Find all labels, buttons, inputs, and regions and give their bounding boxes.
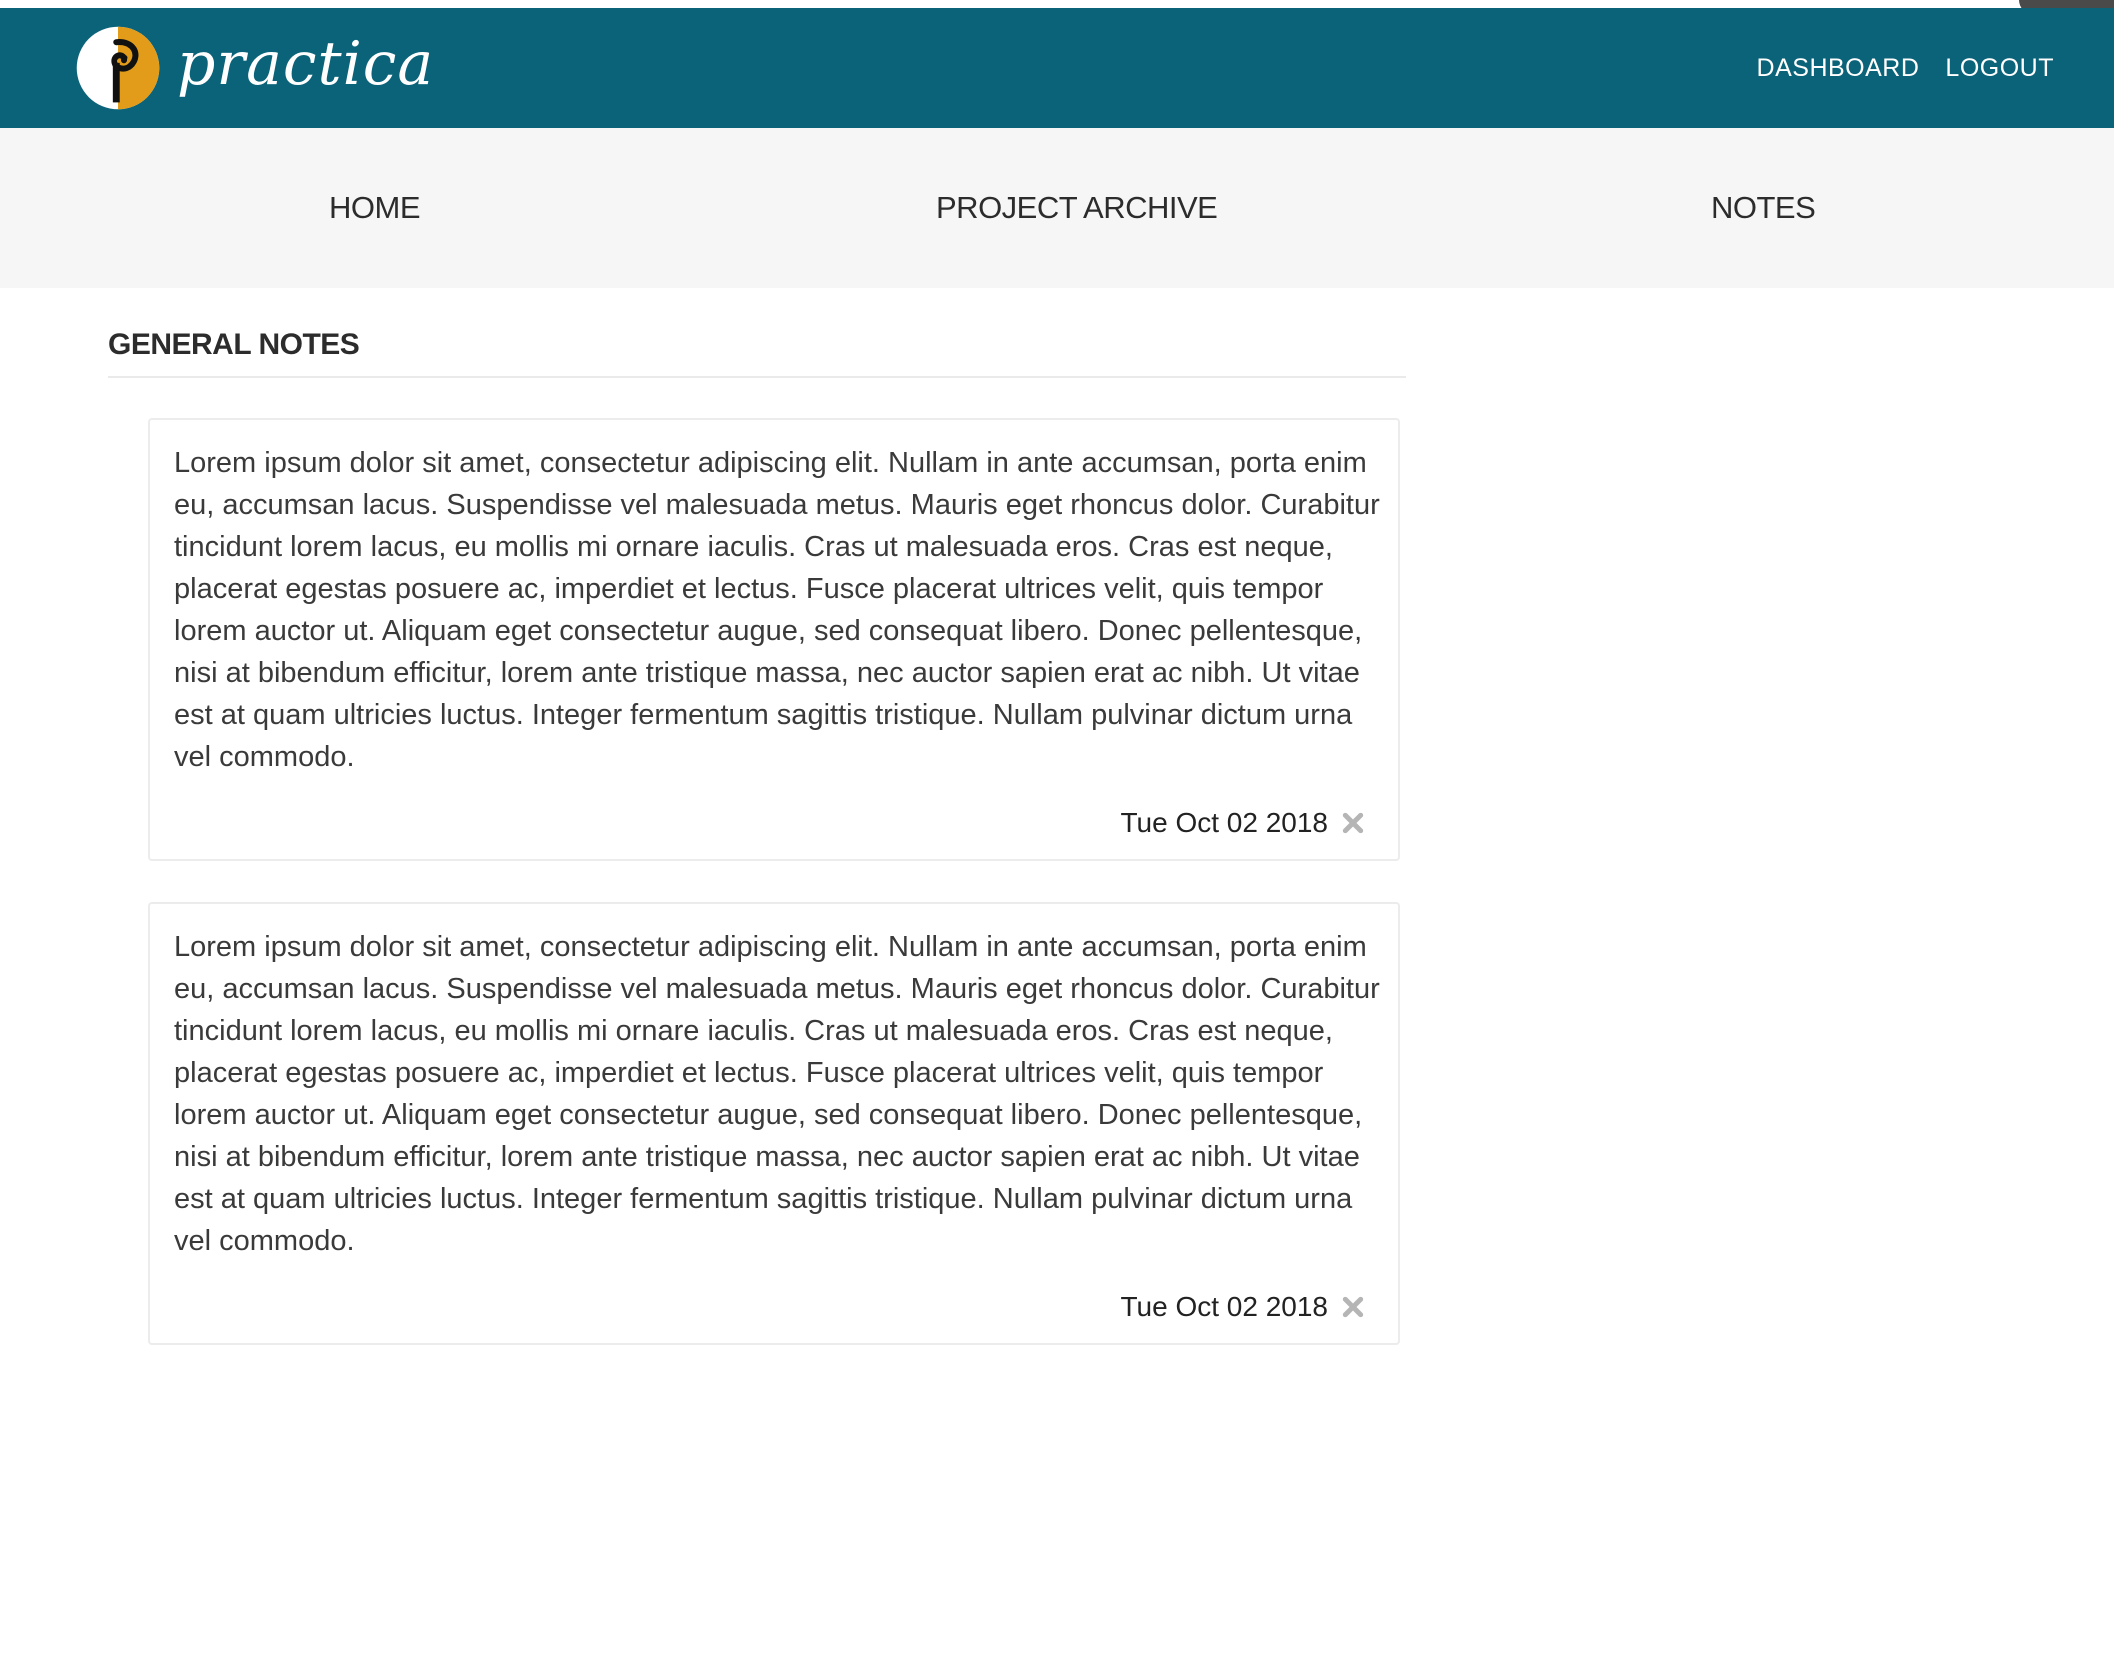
note-text: Lorem ipsum dolor sit amet, consectetur … (174, 447, 1380, 773)
practica-logo-icon (76, 26, 160, 110)
section-divider (108, 376, 1406, 378)
note-footer: Tue Oct 02 2018 (1120, 807, 1364, 839)
brand-home-link[interactable]: practica (75, 25, 434, 111)
top-strip (0, 0, 2114, 8)
dashboard-link[interactable]: DASHBOARD (1757, 54, 1920, 83)
note-footer: Tue Oct 02 2018 (1120, 1291, 1364, 1323)
nav-home[interactable]: HOME (329, 128, 421, 288)
note-card: Lorem ipsum dolor sit amet, consectetur … (148, 418, 1400, 861)
note-card: Lorem ipsum dolor sit amet, consectetur … (148, 902, 1400, 1345)
section-nav: HOME PROJECT ARCHIVE NOTES (0, 128, 2114, 288)
note-date: Tue Oct 02 2018 (1120, 807, 1328, 838)
app-header: practica DASHBOARD LOGOUT (0, 8, 2114, 128)
logout-link[interactable]: LOGOUT (1945, 54, 2054, 83)
section-title: GENERAL NOTES (108, 328, 360, 361)
note-date: Tue Oct 02 2018 (1120, 1291, 1328, 1322)
nav-project-archive[interactable]: PROJECT ARCHIVE (936, 128, 1218, 288)
nav-notes[interactable]: NOTES (1711, 128, 1816, 288)
note-text: Lorem ipsum dolor sit amet, consectetur … (174, 931, 1380, 1257)
header-nav: DASHBOARD LOGOUT (1757, 54, 2054, 83)
brand-name: practica (177, 29, 435, 99)
close-icon[interactable] (1342, 1296, 1364, 1318)
close-icon[interactable] (1342, 812, 1364, 834)
